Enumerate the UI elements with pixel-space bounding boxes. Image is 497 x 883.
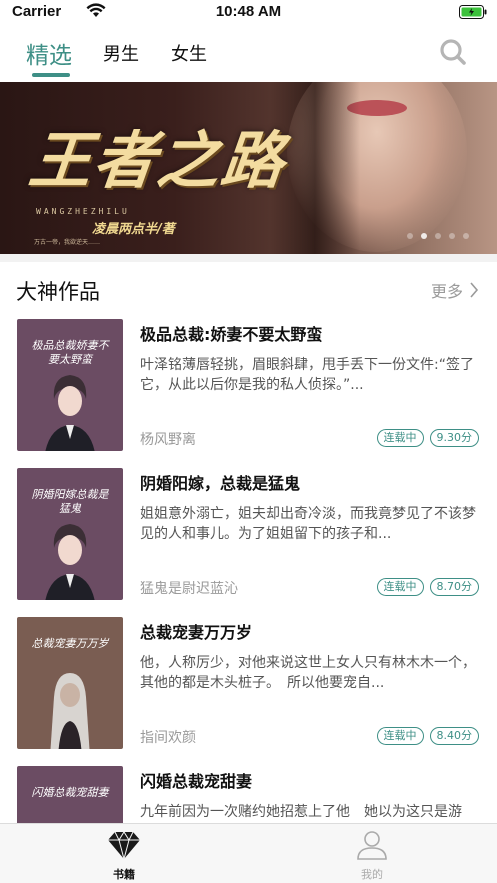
- banner-tagline: 万古一帝，我欲逆天……: [34, 239, 101, 246]
- book-author: 杨风野离: [140, 432, 196, 448]
- carousel-dot[interactable]: [449, 233, 455, 239]
- cover-illustration: [45, 375, 95, 451]
- more-label: 更多: [430, 282, 463, 301]
- status-badge: 连载中: [376, 429, 424, 447]
- book-title: 闪婚总裁宠甜妻: [140, 772, 253, 791]
- tab-female[interactable]: 女生: [171, 40, 207, 66]
- score-badge: 8.70分: [429, 578, 479, 596]
- search-icon[interactable]: [439, 38, 467, 66]
- carousel-dot[interactable]: [463, 233, 469, 239]
- chevron-right-icon: [470, 282, 479, 298]
- book-description: 姐姐意外溺亡，姐夫却出奇冷淡，而我竟梦见了不该梦见的人和事儿。为了姐姐留下的孩子…: [140, 506, 476, 542]
- banner-title: 王者之路: [25, 124, 290, 197]
- battery-icon: [459, 5, 487, 19]
- tab-profile-label: 我的: [361, 868, 383, 881]
- book-title: 极品总裁:娇妻不要太野蛮: [140, 325, 323, 344]
- score-badge: 8.40分: [429, 727, 479, 745]
- book-author: 猛鬼是尉迟蓝沁: [140, 581, 238, 597]
- book-info: 总裁宠妻万万岁 他，人称厉少，对他来说这世上女人只有林木木一个，其他的都是木头桩…: [140, 619, 480, 693]
- bottom-tab-bar: 书籍 我的: [0, 823, 497, 883]
- book-item[interactable]: 阴婚阳嫁总裁是猛鬼 阴婚阳嫁，总裁是猛鬼 姐姐意外溺亡，姐夫却出奇冷淡，而我竟梦…: [0, 468, 497, 617]
- section-header: 大神作品 更多: [0, 254, 497, 318]
- tab-books-label: 书籍: [113, 868, 135, 881]
- book-item[interactable]: 总裁宠妻万万岁 总裁宠妻万万岁 他，人称厉少，对他来说这世上女人只有林木木一个，…: [0, 617, 497, 766]
- cover-title: 极品总裁娇妻不要太野蛮: [31, 339, 109, 366]
- status-badge: 连载中: [376, 727, 424, 745]
- tab-books[interactable]: 书籍: [84, 830, 164, 882]
- book-cover: 阴婚阳嫁总裁是猛鬼: [17, 468, 123, 600]
- top-navigation: 精选 男生 女生: [0, 28, 497, 80]
- person-icon: [357, 831, 387, 860]
- banner-author: 凌晨两点半/著: [92, 222, 175, 237]
- book-description: 他，人称厉少，对他来说这世上女人只有林木木一个，其他的都是木头桩子。 所以他要宠…: [140, 655, 476, 691]
- cover-illustration: [50, 673, 90, 749]
- cover-title: 阴婚阳嫁总裁是猛鬼: [31, 488, 109, 515]
- carousel-dot-active[interactable]: [421, 233, 427, 239]
- status-bar: Carrier 10:48 AM: [0, 0, 497, 26]
- book-info: 极品总裁:娇妻不要太野蛮 叶泽铭薄唇轻挑，眉眼斜肆，甩手丢下一份文件:“签了它，…: [140, 321, 480, 395]
- book-title: 阴婚阳嫁，总裁是猛鬼: [140, 474, 301, 493]
- tab-profile[interactable]: 我的: [332, 830, 412, 882]
- tab-featured[interactable]: 精选: [26, 36, 72, 70]
- active-tab-indicator: [32, 73, 70, 77]
- more-link[interactable]: 更多: [431, 278, 479, 302]
- book-cover: 总裁宠妻万万岁: [17, 617, 123, 749]
- book-info: 阴婚阳嫁，总裁是猛鬼 姐姐意外溺亡，姐夫却出奇冷淡，而我竟梦见了不该梦见的人和事…: [140, 470, 480, 544]
- book-badges: 连载中 8.70分: [376, 578, 479, 596]
- score-badge: 9.30分: [429, 429, 479, 447]
- carousel-dot[interactable]: [407, 233, 413, 239]
- cover-illustration: [45, 524, 95, 600]
- cover-title: 闪婚总裁宠甜妻: [31, 786, 109, 799]
- book-description: 叶泽铭薄唇轻挑，眉眼斜肆，甩手丢下一份文件:“签了它，从此以后你是我的私人侦探。…: [140, 357, 474, 393]
- tab-male[interactable]: 男生: [103, 40, 139, 66]
- book-item[interactable]: 极品总裁娇妻不要太野蛮 极品总裁:娇妻不要太野蛮 叶泽铭薄唇轻挑，眉眼斜肆，甩手…: [0, 319, 497, 468]
- book-badges: 连载中 8.40分: [376, 727, 479, 745]
- book-cover: 极品总裁娇妻不要太野蛮: [17, 319, 123, 451]
- banner-subtitle: WANGZHEZHILU: [36, 207, 130, 216]
- diamond-icon: [108, 831, 140, 860]
- book-title: 总裁宠妻万万岁: [140, 623, 253, 642]
- book-author: 指间欢颜: [140, 730, 196, 746]
- status-badge: 连载中: [376, 578, 424, 596]
- carousel-dots[interactable]: [407, 233, 469, 239]
- clock: 10:48 AM: [215, 3, 282, 20]
- carousel-dot[interactable]: [435, 233, 441, 239]
- cover-title: 总裁宠妻万万岁: [31, 637, 109, 650]
- book-badges: 连载中 9.30分: [376, 429, 479, 447]
- section-title: 大神作品: [16, 280, 100, 304]
